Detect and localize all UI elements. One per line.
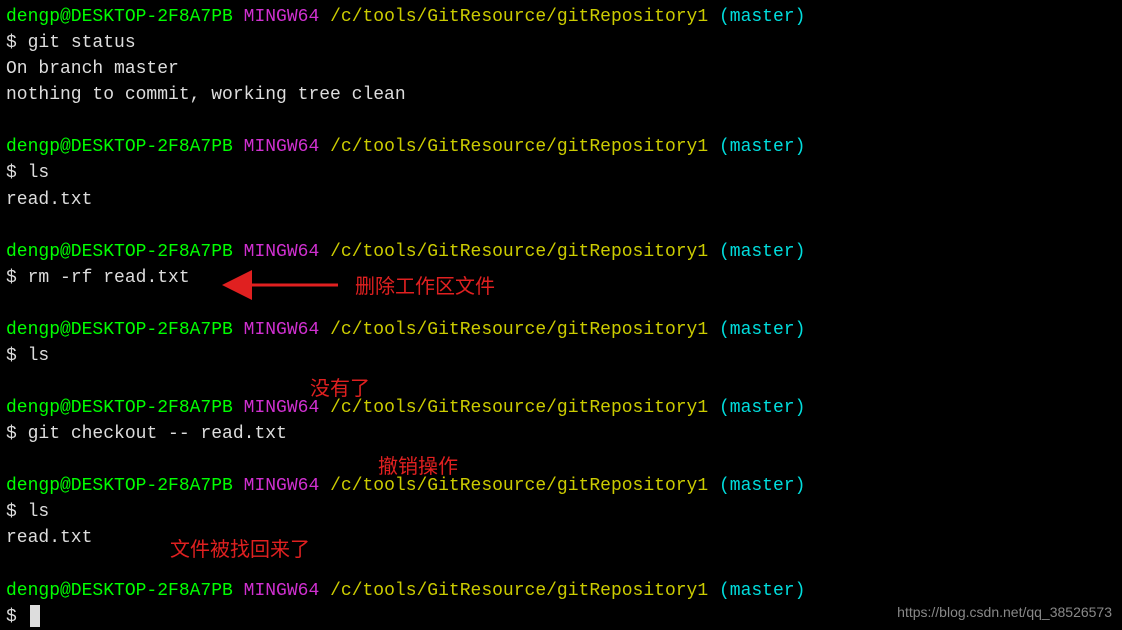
prompt-symbol: $ — [6, 346, 17, 366]
prompt-path: /c/tools/GitResource/gitRepository1 — [330, 398, 708, 418]
prompt-env: MINGW64 — [244, 398, 320, 418]
command-line: $ ls — [6, 160, 1116, 186]
command-text: ls — [28, 346, 50, 366]
command-line: $ ls — [6, 343, 1116, 369]
prompt-user: dengp@DESKTOP-2F8A7PB — [6, 581, 233, 601]
prompt-line: dengp@DESKTOP-2F8A7PB MINGW64 /c/tools/G… — [6, 134, 1116, 160]
prompt-branch: (master) — [719, 242, 805, 262]
watermark-text: https://blog.csdn.net/qq_38526573 — [897, 602, 1112, 622]
prompt-user: dengp@DESKTOP-2F8A7PB — [6, 242, 233, 262]
command-text: ls — [28, 502, 50, 522]
prompt-env: MINGW64 — [244, 581, 320, 601]
prompt-env: MINGW64 — [244, 7, 320, 27]
prompt-branch: (master) — [719, 7, 805, 27]
prompt-branch: (master) — [719, 398, 805, 418]
prompt-line: dengp@DESKTOP-2F8A7PB MINGW64 /c/tools/G… — [6, 578, 1116, 604]
prompt-symbol: $ — [6, 424, 17, 444]
prompt-env: MINGW64 — [244, 137, 320, 157]
prompt-user: dengp@DESKTOP-2F8A7PB — [6, 7, 233, 27]
prompt-env: MINGW64 — [244, 320, 320, 340]
prompt-line: dengp@DESKTOP-2F8A7PB MINGW64 /c/tools/G… — [6, 473, 1116, 499]
prompt-path: /c/tools/GitResource/gitRepository1 — [330, 137, 708, 157]
prompt-user: dengp@DESKTOP-2F8A7PB — [6, 320, 233, 340]
prompt-line: dengp@DESKTOP-2F8A7PB MINGW64 /c/tools/G… — [6, 317, 1116, 343]
prompt-env: MINGW64 — [244, 476, 320, 496]
prompt-path: /c/tools/GitResource/gitRepository1 — [330, 320, 708, 340]
command-line: $ git status — [6, 30, 1116, 56]
prompt-symbol: $ — [6, 268, 17, 288]
arrow-icon — [218, 270, 348, 300]
command-text: rm -rf read.txt — [28, 268, 190, 288]
output-line: read.txt — [6, 187, 1116, 213]
output-line: On branch master — [6, 56, 1116, 82]
prompt-line: dengp@DESKTOP-2F8A7PB MINGW64 /c/tools/G… — [6, 239, 1116, 265]
prompt-path: /c/tools/GitResource/gitRepository1 — [330, 242, 708, 262]
prompt-user: dengp@DESKTOP-2F8A7PB — [6, 476, 233, 496]
command-line: $ ls — [6, 499, 1116, 525]
annotation-gone: 没有了 — [310, 375, 370, 404]
prompt-path: /c/tools/GitResource/gitRepository1 — [330, 581, 708, 601]
output-line: nothing to commit, working tree clean — [6, 82, 1116, 108]
command-line: $ git checkout -- read.txt — [6, 421, 1116, 447]
prompt-line: dengp@DESKTOP-2F8A7PB MINGW64 /c/tools/G… — [6, 4, 1116, 30]
prompt-branch: (master) — [719, 476, 805, 496]
prompt-line: dengp@DESKTOP-2F8A7PB MINGW64 /c/tools/G… — [6, 395, 1116, 421]
prompt-user: dengp@DESKTOP-2F8A7PB — [6, 398, 233, 418]
command-text: ls — [28, 163, 50, 183]
annotation-undo: 撤销操作 — [378, 453, 458, 482]
prompt-branch: (master) — [719, 137, 805, 157]
prompt-branch: (master) — [719, 320, 805, 340]
prompt-symbol: $ — [6, 502, 17, 522]
prompt-path: /c/tools/GitResource/gitRepository1 — [330, 7, 708, 27]
annotation-restored: 文件被找回来了 — [170, 536, 310, 565]
command-line: $ rm -rf read.txt — [6, 265, 1116, 291]
prompt-env: MINGW64 — [244, 242, 320, 262]
prompt-symbol: $ — [6, 163, 17, 183]
command-text: git checkout -- read.txt — [28, 424, 287, 444]
prompt-symbol: $ — [6, 33, 17, 53]
command-text: git status — [28, 33, 136, 53]
cursor-icon — [30, 605, 40, 627]
prompt-symbol: $ — [6, 607, 17, 627]
prompt-user: dengp@DESKTOP-2F8A7PB — [6, 137, 233, 157]
prompt-branch: (master) — [719, 581, 805, 601]
annotation-delete: 删除工作区文件 — [355, 273, 495, 302]
